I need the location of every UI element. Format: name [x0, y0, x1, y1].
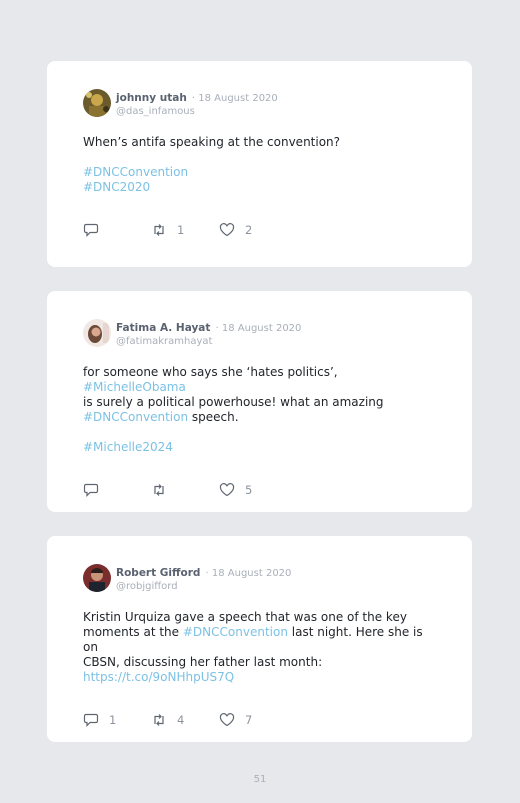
- reply-button[interactable]: [83, 223, 151, 237]
- text-segment: moments at the: [83, 625, 180, 639]
- reply-icon: [83, 483, 99, 497]
- tweet-header: Fatima A. Hayat · 18 August 2020 @fatima…: [83, 319, 436, 349]
- like-button[interactable]: 5: [219, 483, 287, 497]
- retweet-icon: [154, 224, 164, 236]
- tweet-actions: 1 2: [83, 222, 436, 238]
- tweet-text: When’s antifa speaking at the convention…: [83, 135, 436, 195]
- tweet-link[interactable]: https://t.co/9oNHhpUS7Q: [83, 670, 436, 685]
- retweet-icon: [154, 484, 164, 496]
- tweet-card: Robert Gifford · 18 August 2020 @robjgif…: [47, 536, 472, 742]
- reply-icon: [83, 713, 99, 727]
- tweet-date: · 18 August 2020: [191, 93, 278, 104]
- retweet-icon: [154, 714, 164, 726]
- page-number: 51: [253, 774, 267, 785]
- author-handle[interactable]: @fatimakramhayat: [116, 335, 301, 348]
- like-count: 5: [245, 483, 253, 497]
- retweet-button[interactable]: 1: [151, 223, 219, 237]
- tweet-text-line: #DNCConvention speech.: [83, 410, 436, 425]
- avatar[interactable]: [83, 319, 111, 347]
- tweet-text-line: When’s antifa speaking at the convention…: [83, 135, 341, 149]
- tweet-date: · 18 August 2020: [205, 568, 292, 579]
- tweet-text-line: is surely a political powerhouse! what a…: [83, 395, 384, 409]
- text-segment: speech.: [191, 410, 239, 424]
- hashtag-link[interactable]: #DNCConvention: [183, 625, 288, 639]
- tweet-date: · 18 August 2020: [215, 323, 302, 334]
- heart-icon: [219, 483, 235, 497]
- like-count: 2: [245, 223, 253, 237]
- tweet-header: johnny utah · 18 August 2020 @das_infamo…: [83, 89, 436, 119]
- retweet-count: 1: [177, 223, 185, 237]
- author-handle[interactable]: @robjgifford: [116, 580, 291, 593]
- tweet-text-line: moments at the #DNCConvention last night…: [83, 625, 436, 655]
- tweet-text: for someone who says she ‘hates politics…: [83, 365, 436, 455]
- tweet-card: johnny utah · 18 August 2020 @das_infamo…: [47, 61, 472, 267]
- hashtag-link[interactable]: #DNC2020: [83, 180, 436, 195]
- author-handle[interactable]: @das_infamous: [116, 105, 278, 118]
- reply-count: 1: [109, 713, 117, 727]
- tweet-text-line: Kristin Urquiza gave a speech that was o…: [83, 610, 407, 624]
- hashtag-link[interactable]: #Michelle2024: [83, 440, 436, 455]
- heart-icon: [219, 223, 235, 237]
- tweet-text-line: CBSN, discussing her father last month:: [83, 655, 323, 669]
- author-name[interactable]: Robert Gifford: [116, 567, 200, 579]
- heart-icon: [219, 713, 235, 727]
- like-button[interactable]: 7: [219, 713, 287, 727]
- tweet-actions: 5: [83, 482, 436, 498]
- avatar[interactable]: [83, 89, 111, 117]
- hashtag-link[interactable]: #DNCConvention: [83, 410, 188, 424]
- retweet-count: 4: [177, 713, 185, 727]
- author-name[interactable]: johnny utah: [116, 92, 187, 104]
- tweet-text: Kristin Urquiza gave a speech that was o…: [83, 610, 436, 685]
- reply-button[interactable]: 1: [83, 713, 151, 727]
- reply-icon: [83, 223, 99, 237]
- like-button[interactable]: 2: [219, 223, 287, 237]
- retweet-button[interactable]: 4: [151, 713, 219, 727]
- tweet-text-line: for someone who says she ‘hates politics…: [83, 365, 436, 395]
- tweet-header: Robert Gifford · 18 August 2020 @robjgif…: [83, 564, 436, 594]
- hashtag-link[interactable]: #DNCConvention: [83, 165, 436, 180]
- retweet-button[interactable]: [151, 483, 219, 497]
- text-segment: for someone who says she ‘hates politics…: [83, 365, 338, 379]
- tweet-card: Fatima A. Hayat · 18 August 2020 @fatima…: [47, 291, 472, 512]
- reply-button[interactable]: [83, 483, 151, 497]
- hashtag-link[interactable]: #MichelleObama: [83, 380, 186, 394]
- avatar[interactable]: [83, 564, 111, 592]
- author-name[interactable]: Fatima A. Hayat: [116, 322, 210, 334]
- like-count: 7: [245, 713, 253, 727]
- tweet-actions: 1 4 7: [83, 712, 436, 728]
